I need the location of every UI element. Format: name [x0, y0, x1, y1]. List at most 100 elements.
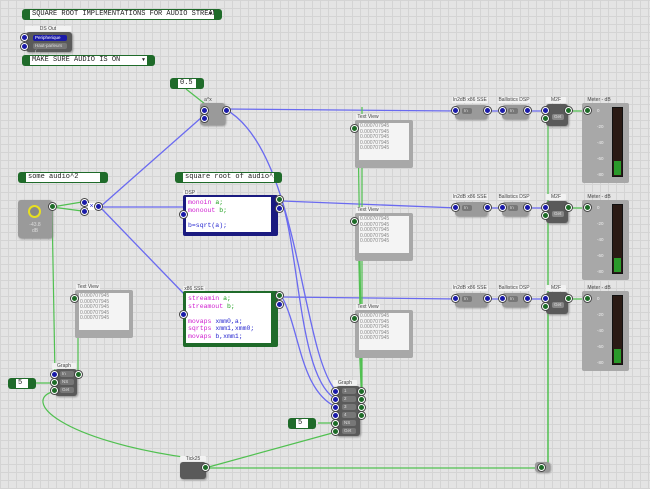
- input-pin[interactable]: [332, 428, 339, 435]
- code-argument: a;: [215, 199, 224, 206]
- pin-label: 3: [342, 404, 356, 410]
- input-pin[interactable]: [452, 295, 459, 302]
- input-pin[interactable]: [180, 311, 187, 318]
- output-pin[interactable]: [95, 203, 102, 210]
- input-pin[interactable]: [201, 115, 208, 122]
- int-value[interactable]: 5: [296, 419, 308, 428]
- output-pin[interactable]: [358, 412, 365, 419]
- input-pin[interactable]: [499, 295, 506, 302]
- output-label-box[interactable]: square root of audio^2: [175, 172, 282, 183]
- trigger-pin[interactable]: [542, 115, 549, 122]
- input-pin[interactable]: [452, 107, 459, 114]
- input-pin[interactable]: [452, 204, 459, 211]
- float-input[interactable]: 0.5: [170, 78, 204, 89]
- input-pin[interactable]: [81, 199, 88, 206]
- knob[interactable]: [28, 205, 41, 218]
- sse-code-editor[interactable]: streamin a; streamout b; movaps xmm0,a; sq…: [186, 293, 271, 343]
- output-pin[interactable]: [524, 295, 531, 302]
- output-pin[interactable]: [358, 404, 365, 411]
- trigger-pin[interactable]: [51, 387, 58, 394]
- pin-label: In: [508, 205, 518, 211]
- input-pin[interactable]: [332, 412, 339, 419]
- output-pin[interactable]: [223, 107, 230, 114]
- int-input-left[interactable]: 5: [8, 378, 36, 389]
- int-input-right[interactable]: 5: [288, 418, 316, 429]
- input-pin[interactable]: [71, 295, 78, 302]
- input-pin[interactable]: [351, 315, 358, 322]
- input-pin[interactable]: [51, 371, 58, 378]
- output-pin[interactable]: [49, 203, 56, 210]
- output-pin[interactable]: [565, 204, 572, 211]
- code-keyword: streamin: [188, 295, 220, 302]
- trigger-pin[interactable]: [542, 212, 549, 219]
- output-pin[interactable]: [276, 292, 283, 299]
- input-pin[interactable]: [542, 107, 549, 114]
- text-view: 0.000707945 0.000707945 0.000707945 0.00070…: [355, 310, 413, 358]
- text-view-content[interactable]: 0.000707945 0.000707945 0.000707945 0.00070…: [79, 293, 129, 330]
- int-value[interactable]: 5: [16, 379, 28, 388]
- output-pin[interactable]: [524, 204, 531, 211]
- input-pin[interactable]: [332, 396, 339, 403]
- meter-scale-tick: -80: [597, 172, 604, 177]
- input-pin[interactable]: [584, 107, 591, 114]
- pin-label: Get: [60, 387, 74, 393]
- input-pin[interactable]: [332, 420, 339, 427]
- text-view-content[interactable]: 0.000707945 0.000707945 0.000707945 0.00070…: [359, 216, 409, 253]
- input-pin[interactable]: [542, 295, 549, 302]
- dsp-code-editor[interactable]: monoin a; monoout b; b=sqrt(a);: [186, 197, 271, 232]
- m2f-label: M2F: [546, 285, 566, 291]
- output-pin[interactable]: [565, 107, 572, 114]
- output-pin[interactable]: [565, 295, 572, 302]
- ds-out-option[interactable]: Peripherique ...: [33, 35, 67, 46]
- code-keyword: movaps: [188, 317, 212, 325]
- input-pin[interactable]: [21, 43, 28, 50]
- pin-label: NS: [342, 420, 356, 426]
- dropdown-arrow-icon[interactable]: ▼: [209, 10, 212, 19]
- trigger-pin[interactable]: [538, 464, 545, 471]
- dropdown-arrow-icon[interactable]: ▼: [142, 56, 145, 65]
- output-pin[interactable]: [484, 204, 491, 211]
- output-pin[interactable]: [358, 388, 365, 395]
- input-pin[interactable]: [51, 379, 58, 386]
- input-pin[interactable]: [332, 388, 339, 395]
- meter-scale-tick: -40: [597, 237, 604, 242]
- output-pin[interactable]: [276, 196, 283, 203]
- output-pin[interactable]: [276, 205, 283, 212]
- ln2db-label: ln2dB x86 SSE: [452, 194, 488, 200]
- input-pin[interactable]: [81, 208, 88, 215]
- meter-panel: 0 -20 -40 -60 -80: [582, 103, 629, 183]
- float-value[interactable]: 0.5: [178, 79, 196, 88]
- input-label-box[interactable]: some audio^2: [18, 172, 108, 183]
- text-view-content[interactable]: 0.000707945 0.000707945 0.000707945 0.00070…: [359, 313, 409, 350]
- trigger-pin[interactable]: [542, 303, 549, 310]
- meter-scale-tick: -60: [597, 253, 604, 258]
- input-pin[interactable]: [332, 404, 339, 411]
- input-pin[interactable]: [21, 34, 28, 41]
- text-view-content[interactable]: 0.000707945 0.000707945 0.000707945 0.00070…: [359, 123, 409, 160]
- output-pin[interactable]: [358, 396, 365, 403]
- input-pin[interactable]: [584, 295, 591, 302]
- text-value: 0.000707945: [360, 238, 390, 245]
- input-pin[interactable]: [499, 107, 506, 114]
- code-argument: b;: [227, 302, 235, 310]
- input-pin[interactable]: [180, 211, 187, 218]
- meter-scale-tick: -40: [597, 140, 604, 145]
- input-pin[interactable]: [351, 125, 358, 132]
- trigger-output-pin[interactable]: [202, 464, 209, 471]
- title-string-box[interactable]: SQUARE ROOT IMPLEMENTATIONS FOR AUDIO ST…: [22, 9, 222, 20]
- code-line: movaps xmm0,a;: [188, 318, 269, 326]
- input-pin[interactable]: [201, 107, 208, 114]
- ds-out-option[interactable]: Haut-parleurs (...: [33, 43, 67, 54]
- reminder-string-box[interactable]: MAKE SURE AUDIO IS ON ▼: [22, 55, 155, 66]
- output-pin[interactable]: [75, 371, 82, 378]
- title-text: SQUARE ROOT IMPLEMENTATIONS FOR AUDIO ST…: [32, 10, 214, 18]
- output-pin[interactable]: [484, 295, 491, 302]
- output-pin[interactable]: [484, 107, 491, 114]
- input-pin[interactable]: [542, 204, 549, 211]
- meter-bar: [612, 107, 623, 177]
- input-pin[interactable]: [584, 204, 591, 211]
- input-pin[interactable]: [351, 218, 358, 225]
- output-pin[interactable]: [524, 107, 531, 114]
- output-pin[interactable]: [276, 301, 283, 308]
- input-pin[interactable]: [499, 204, 506, 211]
